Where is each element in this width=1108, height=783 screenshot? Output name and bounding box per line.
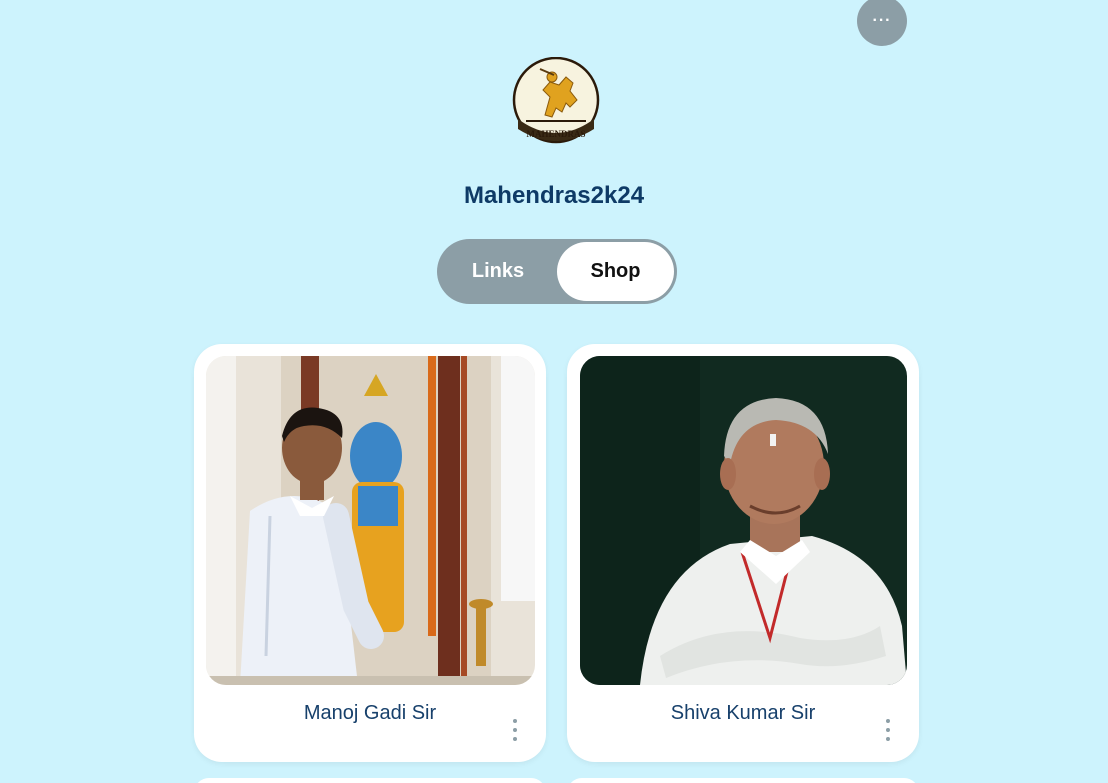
ellipsis-icon: ··· [872, 12, 892, 29]
product-title: Manoj Gadi Sir [303, 702, 437, 724]
more-options-button[interactable]: ··· [857, 0, 907, 46]
logo-emblem-icon: MAHENDRAS [512, 56, 600, 144]
tab-shop[interactable]: Shop [557, 242, 674, 301]
vertical-ellipsis-icon[interactable] [510, 719, 520, 741]
links-shop-toggle[interactable]: Links Shop [437, 239, 677, 304]
vertical-ellipsis-icon[interactable] [883, 719, 893, 741]
product-image [206, 356, 535, 685]
product-card-partial[interactable] [567, 778, 919, 783]
profile-name: Mahendras2k24 [463, 182, 645, 209]
tab-links[interactable]: Links [437, 239, 559, 304]
brand-logo: MAHENDRAS [510, 56, 602, 149]
product-card[interactable]: Manoj Gadi Sir [194, 344, 546, 762]
profile-page: ··· MAHENDRAS Mahendras2k24 Links Shop M… [0, 0, 1108, 783]
product-card-partial[interactable] [194, 778, 546, 783]
product-image [580, 356, 907, 685]
logo-wordmark: MAHENDRAS [526, 129, 585, 139]
product-card[interactable]: Shiva Kumar Sir [567, 344, 919, 762]
product-title: Shiva Kumar Sir [670, 702, 816, 724]
